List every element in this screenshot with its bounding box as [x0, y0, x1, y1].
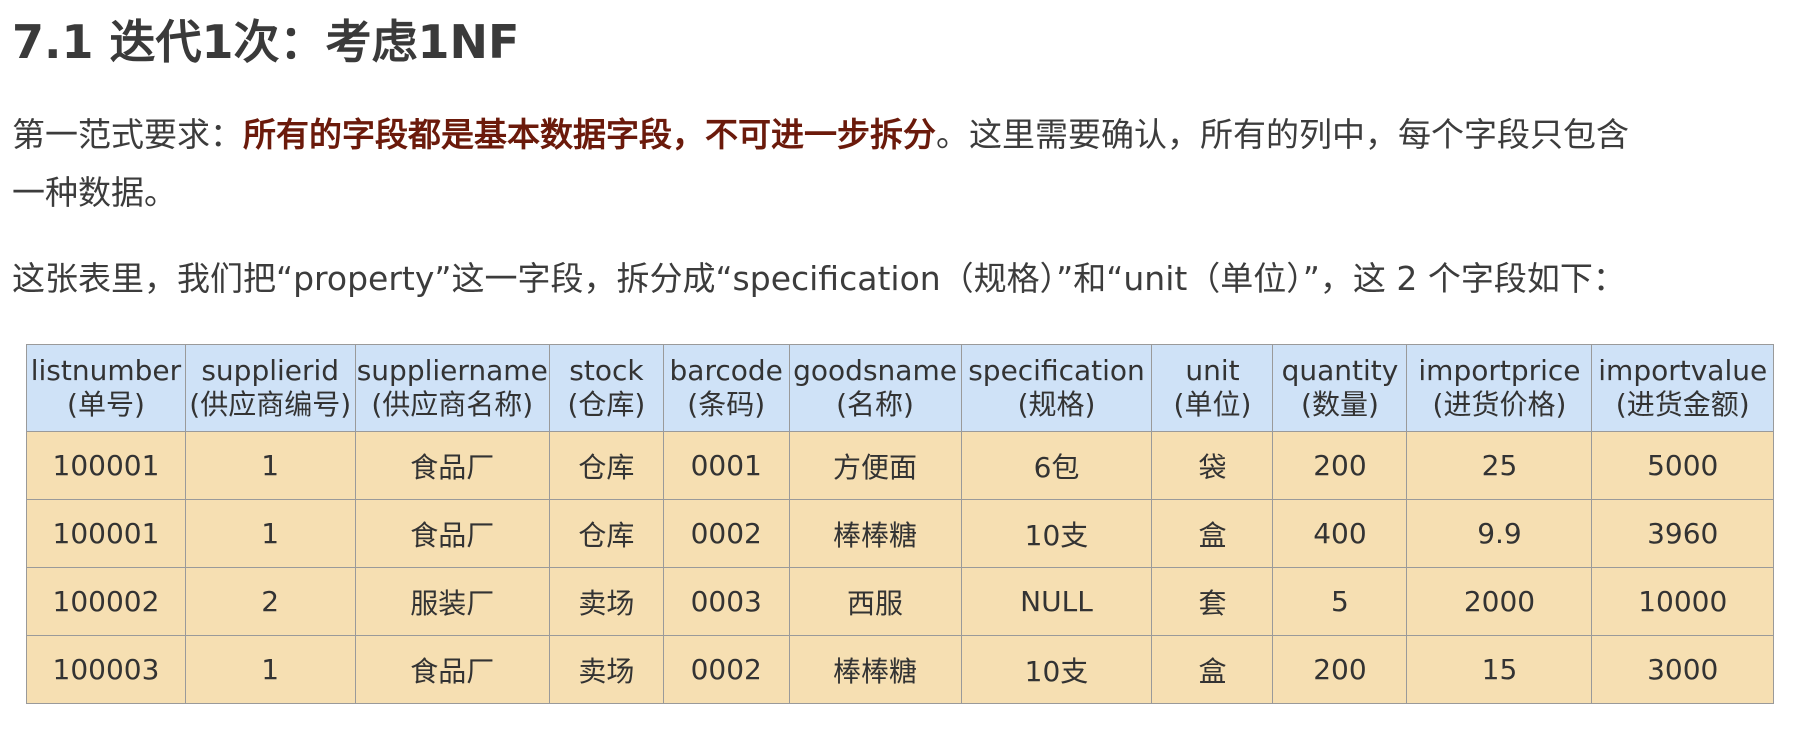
table-cell-stock: 卖场 — [549, 567, 664, 636]
table-cell-barcode: 0002 — [662, 635, 790, 704]
table-cell-importvalue: 3960 — [1591, 499, 1774, 568]
table-cell-barcode: 0003 — [662, 567, 790, 636]
table-cell-supplierid: 1 — [184, 635, 356, 704]
table-cell-goodsname: 棒棒糖 — [788, 635, 962, 704]
column-header-zh: (进货价格) — [1432, 388, 1567, 421]
table-cell-importprice: 2000 — [1406, 567, 1593, 636]
column-header-en: goodsname — [793, 354, 957, 387]
column-header-zh: (名称) — [836, 388, 914, 421]
column-header-zh: (数量) — [1301, 388, 1379, 421]
column-header-en: listnumber — [30, 354, 182, 387]
column-header-zh: (供应商编号) — [189, 388, 352, 421]
column-header-en: specification — [968, 354, 1145, 387]
table-cell-importvalue: 5000 — [1591, 431, 1774, 500]
table-cell-importvalue: 10000 — [1591, 567, 1774, 636]
column-header-importprice: importprice (进货价格) — [1406, 344, 1593, 432]
column-header-en: supplierid — [201, 354, 340, 387]
table-cell-supplierid: 1 — [184, 499, 356, 568]
column-header-importvalue: importvalue (进货金额) — [1591, 344, 1774, 432]
goods-table-container: listnumber (单号) supplierid (供应商编号) suppliern… — [26, 344, 1774, 704]
column-header-specification: specification (规格) — [960, 344, 1153, 432]
column-header-zh: (单位) — [1173, 388, 1252, 421]
column-header-en: suppliername — [356, 354, 548, 387]
table-cell-quantity: 5 — [1272, 567, 1408, 636]
table-cell-specification: NULL — [960, 567, 1153, 636]
table-cell-unit: 盒 — [1151, 635, 1274, 704]
column-header-barcode: barcode (条码) — [662, 344, 790, 432]
column-header-zh: (条码) — [687, 388, 766, 421]
paragraph-1nf-requirement-line2: 一种数据。 — [12, 173, 177, 212]
table-cell-goodsname: 西服 — [788, 567, 962, 636]
column-header-supplierid: supplierid (供应商编号) — [184, 344, 356, 432]
table-cell-importvalue: 3000 — [1591, 635, 1774, 704]
table-cell-suppliername: 食品厂 — [354, 431, 551, 500]
table-cell-quantity: 400 — [1272, 499, 1408, 568]
column-header-suppliername: suppliername (供应商名称) — [354, 344, 551, 432]
table-cell-unit: 袋 — [1151, 431, 1274, 500]
table-row: 100002 2 服装厂 卖场 0003 西服 NULL 套 5 2000 10000 — [26, 567, 1774, 636]
table-cell-importprice: 9.9 — [1406, 499, 1593, 568]
table-cell-stock: 卖场 — [549, 635, 664, 704]
table-cell-quantity: 200 — [1272, 635, 1408, 704]
goods-table: listnumber (单号) supplierid (供应商编号) suppliern… — [26, 344, 1774, 704]
table-header-row: listnumber (单号) supplierid (供应商编号) suppliern… — [26, 344, 1774, 432]
table-cell-goodsname: 棒棒糖 — [788, 499, 962, 568]
table-cell-listnumber: 100003 — [26, 635, 186, 704]
section-heading: 7.1 迭代1次：考虑1NF — [12, 15, 520, 69]
column-header-goodsname: goodsname (名称) — [788, 344, 962, 432]
table-cell-specification: 6包 — [960, 431, 1153, 500]
paragraph-prefix: 第一范式要求： — [12, 115, 243, 154]
column-header-en: importprice — [1418, 354, 1581, 387]
table-cell-unit: 套 — [1151, 567, 1274, 636]
table-cell-listnumber: 100001 — [26, 431, 186, 500]
column-header-en: stock — [569, 354, 644, 387]
column-header-en: importvalue — [1598, 354, 1768, 387]
column-header-zh: (供应商名称) — [371, 388, 534, 421]
paragraph-suffix: 。这里需要确认，所有的列中，每个字段只包含 — [936, 115, 1629, 154]
column-header-stock: stock (仓库) — [549, 344, 664, 432]
table-cell-barcode: 0002 — [662, 499, 790, 568]
column-header-zh: (进货金额) — [1615, 388, 1750, 421]
table-cell-stock: 仓库 — [549, 431, 664, 500]
column-header-zh: (单号) — [67, 388, 145, 421]
table-row: 100001 1 食品厂 仓库 0001 方便面 6包袋 200 25 5000 — [26, 431, 1774, 500]
column-header-zh: (仓库) — [567, 388, 646, 421]
table-cell-supplierid: 2 — [184, 567, 356, 636]
table-cell-importprice: 25 — [1406, 431, 1593, 500]
column-header-en: barcode — [669, 354, 783, 387]
paragraph-emphasis: 所有的字段都是基本数据字段，不可进一步拆分 — [243, 115, 936, 154]
table-cell-unit: 盒 — [1151, 499, 1274, 568]
column-header-quantity: quantity (数量) — [1272, 344, 1408, 432]
paragraph-split-description: 这张表里，我们把“property”这一字段，拆分成“specification… — [12, 259, 1626, 298]
table-row: 100003 1 食品厂 卖场 0002 棒棒糖 10支盒 200 15 3000 — [26, 635, 1774, 704]
column-header-listnumber: listnumber (单号) — [26, 344, 186, 432]
table-cell-barcode: 0001 — [662, 431, 790, 500]
table-cell-specification: 10支 — [960, 635, 1153, 704]
column-header-unit: unit (单位) — [1151, 344, 1274, 432]
column-header-en: quantity — [1281, 354, 1399, 387]
table-cell-specification: 10支 — [960, 499, 1153, 568]
paragraph-1nf-requirement: 第一范式要求：所有的字段都是基本数据字段，不可进一步拆分。这里需要确认，所有的列… — [12, 106, 1629, 164]
table-cell-importprice: 15 — [1406, 635, 1593, 704]
table-cell-suppliername: 食品厂 — [354, 635, 551, 704]
table-cell-suppliername: 服装厂 — [354, 567, 551, 636]
table-cell-goodsname: 方便面 — [788, 431, 962, 500]
table-body: 100001 1 食品厂 仓库 0001 方便面 6包袋 200 25 5000 100001 1 食品… — [26, 431, 1774, 704]
column-header-en: unit — [1185, 354, 1240, 387]
table-row: 100001 1 食品厂 仓库 0002 棒棒糖 10支盒 400 9.9 3960 — [26, 499, 1774, 568]
table-cell-stock: 仓库 — [549, 499, 664, 568]
table-cell-listnumber: 100002 — [26, 567, 186, 636]
table-cell-listnumber: 100001 — [26, 499, 186, 568]
column-header-zh: (规格) — [1017, 388, 1096, 421]
table-cell-quantity: 200 — [1272, 431, 1408, 500]
table-cell-supplierid: 1 — [184, 431, 356, 500]
table-cell-suppliername: 食品厂 — [354, 499, 551, 568]
